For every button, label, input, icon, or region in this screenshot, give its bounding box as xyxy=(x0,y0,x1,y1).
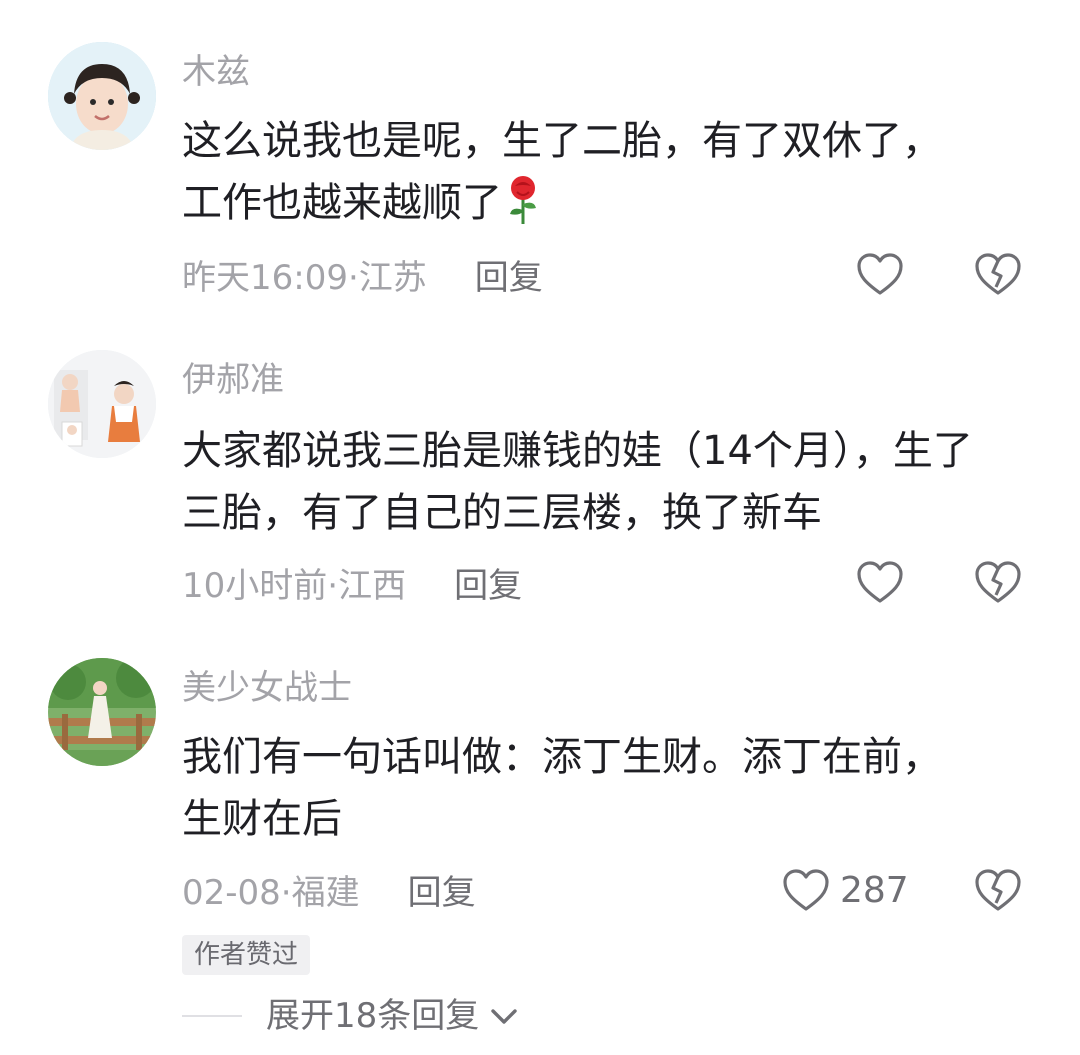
comment-location: 江西 xyxy=(338,566,407,606)
comment-meta: 昨天16:09 · 江苏 回复 xyxy=(182,258,543,298)
comment-time: 02-08 xyxy=(182,873,281,913)
comment-item-1: 木兹 这么说我也是呢，生了二胎，有了双休了，工作也越来越顺了 昨天16:09 ·… xyxy=(0,0,1080,320)
comment-text: 我们有一句话叫做：添丁生财。添丁在前，生财在后 xyxy=(182,734,942,842)
meta-separator: · xyxy=(347,258,359,298)
comment-text: 这么说我也是呢，生了二胎，有了双休了，工作也越来越顺了 xyxy=(182,110,962,244)
author-liked-badge: 作者赞过 xyxy=(182,935,311,975)
chevron-down-icon xyxy=(491,1009,517,1024)
broken-heart-icon xyxy=(975,869,1021,911)
avatar[interactable] xyxy=(48,350,156,458)
reply-button[interactable]: 回复 xyxy=(454,566,522,606)
expand-replies-button[interactable]: 展开18条回复 xyxy=(182,996,521,1036)
like-count: 287 xyxy=(840,869,909,911)
avatar[interactable] xyxy=(48,658,156,766)
comment-meta: 10小时前 · 江西 回复 xyxy=(182,566,522,606)
comment-location: 江苏 xyxy=(358,258,427,298)
broken-heart-icon xyxy=(975,253,1021,295)
reply-button[interactable]: 回复 xyxy=(408,873,476,913)
comment-text: 大家都说我三胎是赚钱的娃（14个月），生了三胎，有了自己的三层楼，换了新车 xyxy=(182,428,973,536)
username[interactable]: 伊郝准 xyxy=(182,360,284,400)
like-button[interactable] xyxy=(856,252,904,296)
avatar[interactable] xyxy=(48,42,156,150)
comment-item-3: 美少女战士 我们有一句话叫做：添丁生财。添丁在前，生财在后 02-08 · 福建… xyxy=(0,630,1080,1055)
heart-outline-icon xyxy=(783,869,829,911)
avatar-image xyxy=(48,350,156,458)
broken-heart-icon xyxy=(975,561,1021,603)
comment-time: 昨天16:09 xyxy=(182,258,348,298)
heart-outline-icon xyxy=(857,561,903,603)
meta-separator: · xyxy=(327,566,339,606)
dislike-button[interactable] xyxy=(974,868,1022,916)
rose-emoji-icon xyxy=(506,174,540,244)
dislike-button[interactable] xyxy=(974,252,1022,300)
avatar-image xyxy=(48,42,156,150)
username[interactable]: 美少女战士 xyxy=(182,668,352,708)
username[interactable]: 木兹 xyxy=(182,52,250,92)
expand-replies-label: 展开18条回复 xyxy=(266,996,480,1036)
heart-outline-icon xyxy=(857,253,903,295)
dislike-button[interactable] xyxy=(974,560,1022,608)
comment-time: 10小时前 xyxy=(182,566,328,606)
like-button[interactable]: 287 xyxy=(782,868,909,912)
like-button[interactable] xyxy=(856,560,904,604)
meta-separator: · xyxy=(280,873,292,913)
avatar-image xyxy=(48,658,156,766)
comment-meta: 02-08 · 福建 回复 xyxy=(182,873,476,913)
divider xyxy=(182,1015,242,1017)
comment-item-2: 伊郝准 大家都说我三胎是赚钱的娃（14个月），生了三胎，有了自己的三层楼，换了新… xyxy=(0,320,1080,630)
reply-button[interactable]: 回复 xyxy=(475,258,543,298)
comment-location: 福建 xyxy=(291,873,360,913)
comment-text-content: 这么说我也是呢，生了二胎，有了双休了，工作也越来越顺了 xyxy=(182,118,942,226)
